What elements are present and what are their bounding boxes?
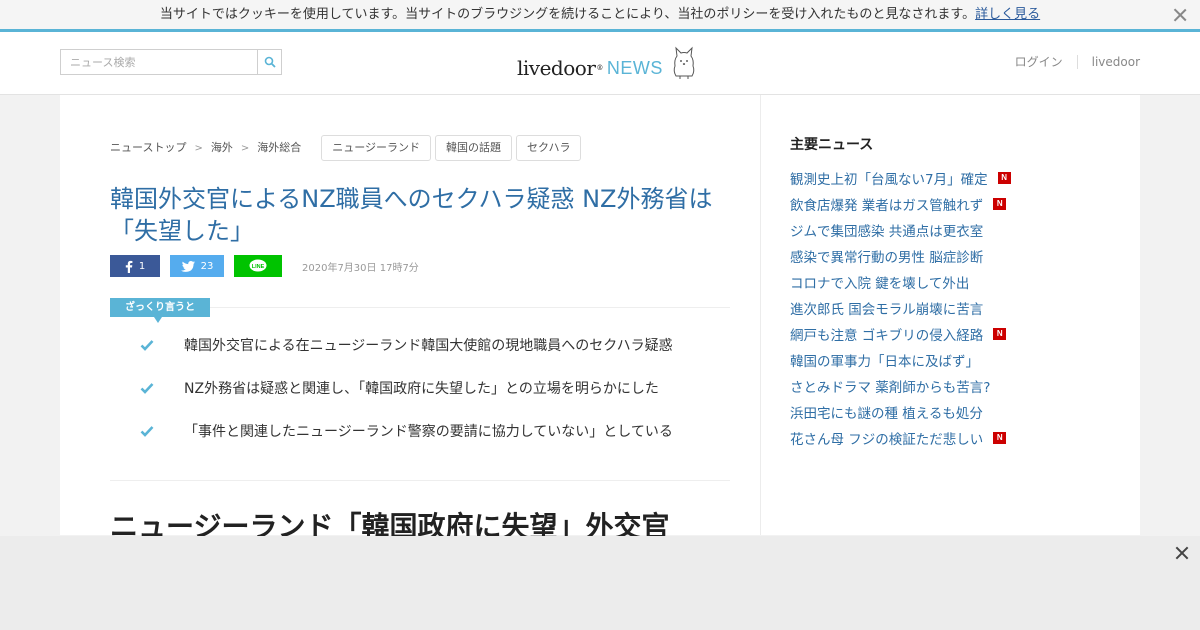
breadcrumb-item-overseas-general[interactable]: 海外総合 (257, 135, 301, 161)
summary-item: NZ外務省は疑惑と関連し、「韓国政府に失望した」との立場を明らかにした (140, 378, 673, 421)
breadcrumb-item-overseas[interactable]: 海外 (211, 135, 233, 161)
tag-sexual-harassment[interactable]: セクハラ (516, 135, 582, 161)
check-icon (140, 383, 154, 394)
sidebar-title: 主要ニュース (790, 137, 874, 153)
twitter-icon (180, 260, 195, 272)
main-content: ニューストップ > 海外 > 海外総合 ニュージーランド 韓国の話題 セクハラ … (60, 95, 1140, 543)
chevron-right-icon: > (240, 142, 250, 154)
facebook-share-button[interactable]: 1 (110, 255, 160, 277)
search-box (60, 49, 282, 75)
search-button[interactable] (257, 50, 281, 74)
summary-divider (210, 307, 730, 308)
sidebar-news-item[interactable]: 進次郎氏 国会モラル崩壊に苦言 (790, 295, 1011, 321)
cookie-banner: 当サイトではクッキーを使用しています。当サイトのブラウジングを続けることにより、… (0, 0, 1200, 32)
sidebar-news-item[interactable]: さとみドラマ 薬剤師からも苦言? (790, 373, 1011, 399)
twitter-share-count: 23 (200, 260, 214, 272)
breadcrumb-item-news-top[interactable]: ニューストップ (110, 135, 186, 161)
summary-text: NZ外務省は疑惑と関連し、「韓国政府に失望した」との立場を明らかにした (184, 381, 659, 397)
sidebar-news-item[interactable]: 花さん母 フジの検証ただ悲しい N (790, 425, 1011, 451)
article-date: 2020年7月30日 17時7分 (302, 262, 419, 274)
section-divider (110, 480, 730, 481)
logo-livedoor: livedoor® (517, 56, 603, 80)
sidebar-news-item[interactable]: 浜田宅にも謎の種 植えるも処分 (790, 399, 1011, 425)
site-header: livedoor® NEWS ログイン livedoor (0, 32, 1200, 95)
facebook-share-count: 1 (138, 260, 146, 272)
facebook-icon (125, 260, 133, 273)
summary-item: 「事件と関連したニュージーランド警察の要請に協力していない」としている (140, 421, 673, 464)
new-badge: N (997, 172, 1011, 184)
check-icon (140, 340, 154, 351)
share-bar: 1 23 LINE 2020年7月30日 17時7分 (110, 255, 419, 277)
article-title: 韓国外交官によるNZ職員へのセクハラ疑惑 NZ外務省は「失望した」 (110, 185, 713, 245)
chevron-right-icon: > (194, 142, 203, 154)
sidebar-news-list: 観測史上初「台風ない7月」確定 N 飲食店爆発 業者はガス管触れず N ジムで集団感… (790, 165, 1011, 451)
sidebar-news-item[interactable]: 飲食店爆発 業者はガス管触れず N (790, 191, 1011, 217)
search-input[interactable] (61, 50, 257, 74)
check-icon (140, 426, 154, 437)
site-logo[interactable]: livedoor® NEWS (517, 46, 697, 80)
summary-list: 韓国外交官による在ニュージーランド韓国大使館の現地職員へのセクハラ疑惑 NZ外務… (140, 335, 673, 464)
sidebar-news-item[interactable]: 観測史上初「台風ない7月」確定 N (790, 165, 1011, 191)
twitter-share-button[interactable]: 23 (170, 255, 224, 277)
svg-text:LINE: LINE (252, 264, 265, 270)
new-badge: N (993, 328, 1007, 340)
line-icon: LINE (249, 259, 267, 272)
cookie-learn-more-link[interactable]: 詳しく見る (975, 7, 1040, 22)
new-badge: N (993, 198, 1007, 210)
summary-text: 韓国外交官による在ニュージーランド韓国大使館の現地職員へのセクハラ疑惑 (184, 338, 673, 354)
cookie-text: 当サイトではクッキーを使用しています。当サイトのブラウジングを続けることにより、… (159, 7, 976, 22)
search-icon (264, 56, 276, 68)
tag-list: ニュージーランド 韓国の話題 セクハラ (321, 135, 585, 161)
summary-text: 「事件と関連したニュージーランド警察の要請に協力していない」としている (184, 424, 673, 440)
sidebar-news-item[interactable]: 網戸も注意 ゴキブリの侵入経路 N (790, 321, 1011, 347)
new-badge: N (993, 432, 1007, 444)
line-share-button[interactable]: LINE (234, 255, 282, 277)
summary-item: 韓国外交官による在ニュージーランド韓国大使館の現地職員へのセクハラ疑惑 (140, 335, 673, 378)
cookie-close-icon[interactable] (1172, 7, 1188, 23)
header-links: ログイン livedoor (1001, 55, 1140, 69)
logo-news: NEWS (606, 58, 663, 78)
livedoor-link[interactable]: livedoor (1076, 55, 1140, 69)
breadcrumb: ニューストップ > 海外 > 海外総合 ニュージーランド 韓国の話題 セクハラ (110, 135, 585, 161)
tag-new-zealand[interactable]: ニュージーランド (321, 135, 432, 161)
summary-label: ざっくり言うと (110, 298, 210, 323)
sidebar-news-item[interactable]: ジムで集団感染 共通点は更衣室 (790, 217, 1011, 243)
ad-overlay (0, 536, 1200, 630)
dog-mascot-icon (673, 46, 695, 79)
column-divider (760, 95, 761, 535)
login-link[interactable]: ログイン (1001, 55, 1077, 69)
sidebar-news-item[interactable]: 感染で異常行動の男性 脳症診断 (790, 243, 1011, 269)
ad-close-icon[interactable] (1174, 545, 1190, 561)
sidebar-news-item[interactable]: コロナで入院 鍵を壊して外出 (790, 269, 1011, 295)
sidebar-news-item[interactable]: 韓国の軍事力「日本に及ばず」 (790, 347, 1011, 373)
tag-korea-topic[interactable]: 韓国の話題 (435, 135, 513, 161)
